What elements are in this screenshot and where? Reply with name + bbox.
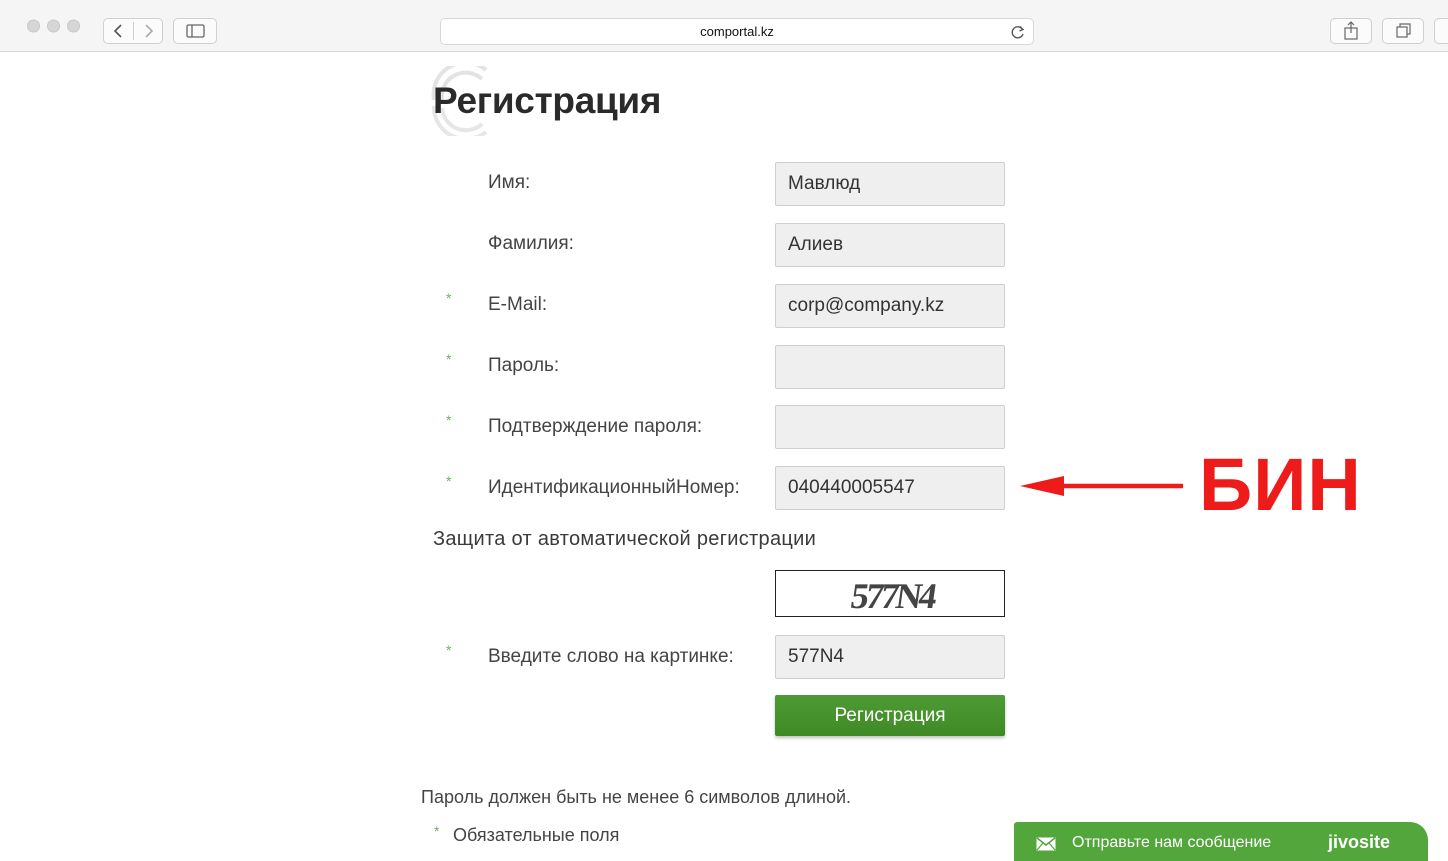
navigation-buttons [103,18,163,44]
last-name-label: Фамилия: [488,233,574,254]
first-name-input[interactable] [775,162,1005,206]
email-input[interactable] [775,284,1005,328]
share-button[interactable] [1330,18,1372,44]
tabs-overview-button[interactable] [1382,18,1424,44]
address-bar[interactable]: comportal.kz [440,18,1034,45]
captcha-input[interactable] [775,635,1005,679]
email-label: E-Mail: [488,294,548,315]
envelope-icon [1036,837,1056,856]
register-button[interactable]: Регистрация [775,695,1005,736]
chat-brand: jivosite [1328,832,1391,852]
sidebar-icon [174,19,216,43]
id-number-input[interactable] [775,466,1005,510]
tabs-icon [1383,19,1423,43]
back-icon[interactable] [104,19,133,43]
captcha-image-text: 577N4 [848,576,937,616]
address-url: comportal.kz [700,24,774,39]
zoom-window-button[interactable] [67,19,80,33]
required-star: * [434,823,440,839]
reload-icon[interactable] [1009,23,1027,46]
captcha-heading: Защита от автоматической регистрации [433,528,817,550]
required-star: * [446,351,452,367]
password-note: Пароль должен быть не менее 6 символов д… [421,787,852,807]
first-name-label: Имя: [488,172,531,193]
minimize-window-button[interactable] [47,19,60,33]
required-note: Обязательные поля [453,825,620,845]
last-name-input[interactable] [775,223,1005,267]
captcha-label: Введите слово на картинке: [488,646,734,667]
chat-text: Отправьте нам сообщение [1072,834,1272,851]
confirm-password-label: Подтверждение пароля: [488,416,703,437]
close-window-button[interactable] [27,19,40,33]
page-title: Регистрация [433,80,662,121]
annotation-arrow [1020,476,1183,496]
required-star: * [446,412,452,428]
required-star: * [446,642,452,658]
new-tab-button[interactable] [1434,18,1448,44]
required-star: * [446,290,452,306]
required-star: * [446,473,452,489]
forward-icon[interactable] [134,19,163,43]
confirm-password-input[interactable] [775,405,1005,449]
browser-toolbar: comportal.kz [0,0,1448,52]
sidebar-button[interactable] [173,18,217,44]
share-icon [1331,19,1371,43]
id-number-label: ИдентификационныйНомер: [488,477,740,498]
annotation-label: БИН [1199,443,1362,526]
chat-widget[interactable]: Отправьте нам сообщение jivosite [1014,822,1428,861]
captcha-image: 577N4 [775,570,1005,617]
password-input[interactable] [775,345,1005,389]
password-label: Пароль: [488,355,560,376]
